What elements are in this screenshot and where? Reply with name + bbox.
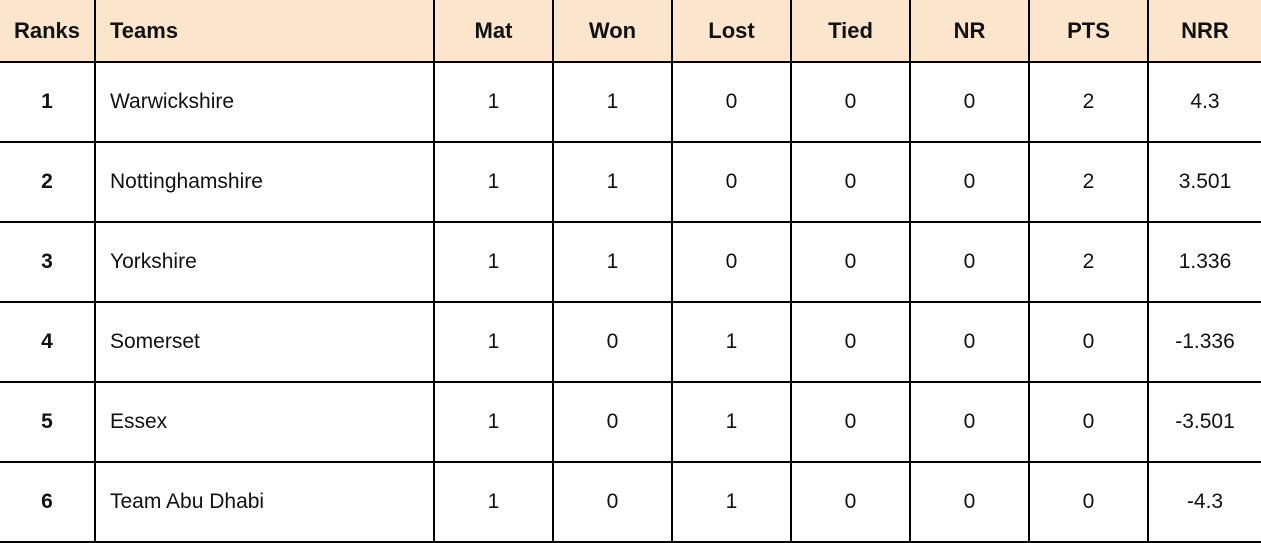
cell-team[interactable]: Somerset: [94, 301, 435, 383]
table-header: Ranks Teams Mat Won Lost Tied NR PTS NRR: [0, 0, 1261, 63]
table-row[interactable]: 4 Somerset 1 0 1 0 0 0 -1.336: [0, 301, 1261, 383]
column-header-lost[interactable]: Lost: [671, 0, 792, 63]
cell-nrr: 4.3: [1147, 61, 1261, 143]
cell-rank: 1: [0, 61, 96, 143]
cell-nrr: 1.336: [1147, 221, 1261, 303]
cell-nr: 0: [909, 221, 1030, 303]
cell-mat: 1: [433, 61, 554, 143]
column-header-tied[interactable]: Tied: [790, 0, 911, 63]
column-header-nr[interactable]: NR: [909, 0, 1030, 63]
table-row[interactable]: 1 Warwickshire 1 1 0 0 0 2 4.3: [0, 61, 1261, 143]
cell-won: 1: [552, 221, 673, 303]
cell-nrr: 3.501: [1147, 141, 1261, 223]
cell-won: 0: [552, 381, 673, 463]
column-header-ranks[interactable]: Ranks: [0, 0, 96, 63]
cell-nrr: -4.3: [1147, 461, 1261, 543]
cell-lost: 1: [671, 381, 792, 463]
cell-won: 1: [552, 141, 673, 223]
column-header-pts[interactable]: PTS: [1028, 0, 1149, 63]
cell-nr: 0: [909, 61, 1030, 143]
cell-lost: 0: [671, 61, 792, 143]
cell-rank: 4: [0, 301, 96, 383]
cell-tied: 0: [790, 61, 911, 143]
cell-tied: 0: [790, 381, 911, 463]
cell-team[interactable]: Nottinghamshire: [94, 141, 435, 223]
cell-pts: 2: [1028, 141, 1149, 223]
cell-mat: 1: [433, 221, 554, 303]
cell-rank: 5: [0, 381, 96, 463]
cell-mat: 1: [433, 141, 554, 223]
cell-pts: 0: [1028, 461, 1149, 543]
table-header-row: Ranks Teams Mat Won Lost Tied NR PTS NRR: [0, 0, 1261, 63]
cell-pts: 2: [1028, 61, 1149, 143]
column-header-teams[interactable]: Teams: [94, 0, 435, 63]
cell-won: 1: [552, 61, 673, 143]
cell-won: 0: [552, 301, 673, 383]
cell-team[interactable]: Team Abu Dhabi: [94, 461, 435, 543]
cell-team[interactable]: Yorkshire: [94, 221, 435, 303]
cell-rank: 6: [0, 461, 96, 543]
cell-lost: 0: [671, 221, 792, 303]
cell-nr: 0: [909, 461, 1030, 543]
cell-rank: 3: [0, 221, 96, 303]
cell-nr: 0: [909, 141, 1030, 223]
cell-nrr: -1.336: [1147, 301, 1261, 383]
table-row[interactable]: 6 Team Abu Dhabi 1 0 1 0 0 0 -4.3: [0, 461, 1261, 543]
cell-nrr: -3.501: [1147, 381, 1261, 463]
table-row[interactable]: 5 Essex 1 0 1 0 0 0 -3.501: [0, 381, 1261, 463]
cell-tied: 0: [790, 301, 911, 383]
cell-tied: 0: [790, 141, 911, 223]
cell-nr: 0: [909, 381, 1030, 463]
cell-pts: 0: [1028, 301, 1149, 383]
cell-lost: 0: [671, 141, 792, 223]
cell-lost: 1: [671, 301, 792, 383]
cell-tied: 0: [790, 461, 911, 543]
cell-team[interactable]: Essex: [94, 381, 435, 463]
cell-nr: 0: [909, 301, 1030, 383]
column-header-nrr[interactable]: NRR: [1147, 0, 1261, 63]
points-table: Ranks Teams Mat Won Lost Tied NR PTS NRR…: [0, 0, 1261, 543]
cell-rank: 2: [0, 141, 96, 223]
cell-mat: 1: [433, 381, 554, 463]
table-row[interactable]: 3 Yorkshire 1 1 0 0 0 2 1.336: [0, 221, 1261, 303]
cell-pts: 2: [1028, 221, 1149, 303]
cell-pts: 0: [1028, 381, 1149, 463]
table-row[interactable]: 2 Nottinghamshire 1 1 0 0 0 2 3.501: [0, 141, 1261, 223]
cell-won: 0: [552, 461, 673, 543]
cell-mat: 1: [433, 301, 554, 383]
cell-team[interactable]: Warwickshire: [94, 61, 435, 143]
table-body: 1 Warwickshire 1 1 0 0 0 2 4.3 2 Notting…: [0, 61, 1261, 543]
column-header-mat[interactable]: Mat: [433, 0, 554, 63]
cell-lost: 1: [671, 461, 792, 543]
cell-tied: 0: [790, 221, 911, 303]
column-header-won[interactable]: Won: [552, 0, 673, 63]
cell-mat: 1: [433, 461, 554, 543]
